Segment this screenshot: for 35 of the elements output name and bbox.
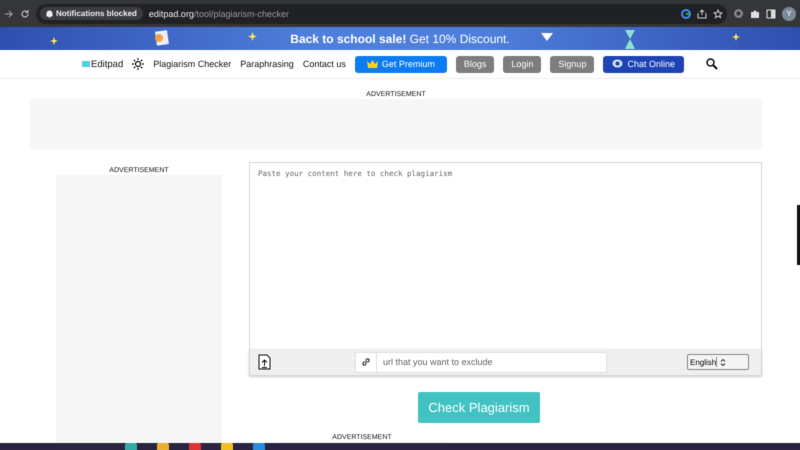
bell-icon bbox=[46, 10, 53, 18]
star-icon[interactable] bbox=[713, 8, 723, 18]
link-icon bbox=[361, 357, 371, 367]
profile-avatar[interactable]: Y bbox=[782, 6, 796, 20]
sidebar-icon[interactable] bbox=[766, 8, 776, 18]
star-icon bbox=[732, 33, 740, 41]
reload-icon[interactable] bbox=[20, 8, 30, 18]
address-url[interactable]: editpad.org/tool/plagiarism-checker bbox=[148, 8, 289, 18]
get-premium-button[interactable]: Get Premium bbox=[354, 56, 447, 72]
forward-icon[interactable] bbox=[4, 8, 14, 18]
search-icon[interactable] bbox=[706, 58, 718, 70]
nav-link[interactable]: Paraphrasing bbox=[240, 59, 294, 69]
nav-button[interactable]: Blogs bbox=[456, 56, 494, 72]
chat-bubble-icon bbox=[612, 59, 624, 69]
crown-icon bbox=[366, 60, 378, 68]
sparkle-icon bbox=[248, 32, 257, 41]
language-select[interactable]: English bbox=[687, 354, 749, 370]
hourglass-icon bbox=[624, 29, 636, 50]
exclude-url-field[interactable]: url that you want to exclude bbox=[355, 352, 607, 372]
chat-online-button[interactable]: Chat Online bbox=[603, 56, 684, 72]
google-icon[interactable] bbox=[681, 8, 691, 18]
notifications-chip[interactable]: Notifications blocked bbox=[40, 7, 143, 20]
nav-button[interactable]: Login bbox=[503, 56, 542, 72]
extension-icon[interactable] bbox=[733, 8, 744, 19]
sale-banner-text[interactable]: Back to school sale! Get 10% Discount. bbox=[290, 32, 510, 46]
editpad-logo[interactable]: Editpad bbox=[82, 58, 124, 70]
sun-icon[interactable] bbox=[132, 58, 144, 70]
nav-button[interactable]: Signup bbox=[550, 56, 594, 72]
star-icon bbox=[50, 37, 58, 45]
nav-link[interactable]: Plagiarism Checker bbox=[153, 59, 232, 69]
share-icon[interactable] bbox=[697, 8, 707, 18]
chevron-icon bbox=[720, 358, 726, 366]
certificate-icon bbox=[153, 30, 169, 48]
nav-link[interactable]: Contact us bbox=[302, 59, 346, 69]
upload-file-icon[interactable] bbox=[258, 354, 271, 370]
